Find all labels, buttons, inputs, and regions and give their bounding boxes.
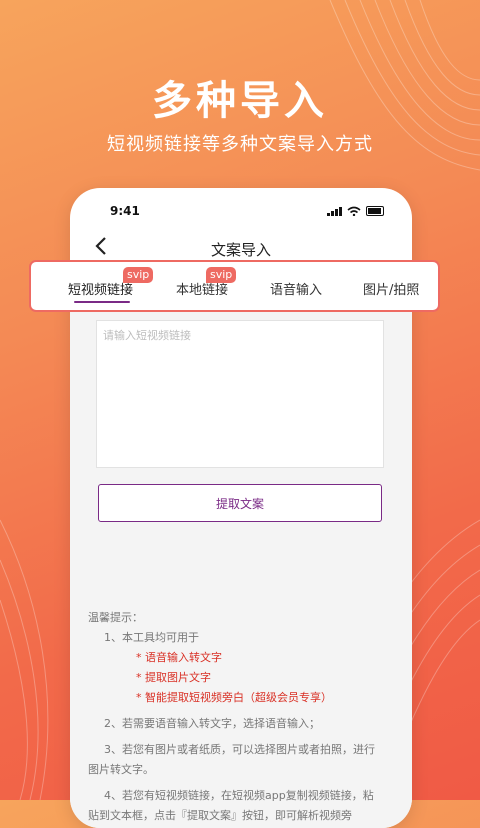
tip-line-3a: 3、若您有图片或者纸质，可以选择图片或者拍照，进行 bbox=[104, 743, 375, 756]
tips-section: 温馨提示： 1、本工具均可用于 * 语音输入转文字 * 提取图片文字 * 智能提… bbox=[88, 608, 394, 826]
page-title: 文案导入 bbox=[210, 241, 271, 259]
tip-line-2: 2、若需要语音输入转文字，选择语音输入； bbox=[104, 717, 320, 730]
tip-line-1: 1、本工具均可用于 bbox=[104, 631, 199, 644]
tip-line-3b: 图片转文字。 bbox=[88, 763, 154, 776]
battery-icon bbox=[366, 206, 384, 216]
hero-title: 多种导入 bbox=[152, 78, 328, 124]
svip-badge: svip bbox=[206, 267, 237, 283]
wifi-icon bbox=[347, 206, 361, 216]
tab-label: 语音输入 bbox=[270, 283, 323, 298]
tips-heading: 温馨提示： bbox=[88, 611, 143, 624]
content-area: 请输入短视频链接 提取文案 温馨提示： 1、本工具均可用于 * 语音输入转文字 … bbox=[70, 308, 412, 828]
tip-bullet: * 智能提取短视频旁白（超级会员专享） bbox=[136, 691, 332, 704]
tip-bullet: * 语音输入转文字 bbox=[136, 651, 222, 664]
status-icons bbox=[326, 206, 384, 216]
signal-icon bbox=[326, 206, 342, 216]
tip-line-4b: 贴到文本框，点击『提取文案』按钮，即可解析视频旁 bbox=[88, 809, 352, 822]
link-input[interactable]: 请输入短视频链接 bbox=[96, 320, 384, 468]
status-time: 9:41 bbox=[110, 204, 140, 218]
svip-badge: svip bbox=[123, 267, 154, 283]
tab-label: 本地链接 bbox=[176, 283, 229, 298]
tab-label: 短视频链接 bbox=[68, 283, 134, 298]
import-tab-bar: 短视频链接 svip 本地链接 svip 语音输入 图片/拍照 bbox=[29, 260, 440, 312]
tip-line-4a: 4、若您有短视频链接，在短视频app复制视频链接，粘 bbox=[104, 789, 374, 802]
tab-image-photo[interactable]: 图片/拍照 bbox=[363, 279, 419, 298]
tab-voice-input[interactable]: 语音输入 bbox=[270, 279, 322, 298]
tip-bullet: * 提取图片文字 bbox=[136, 671, 211, 684]
hero-subtitle: 短视频链接等多种文案导入方式 bbox=[107, 134, 373, 155]
extract-button[interactable]: 提取文案 bbox=[98, 484, 382, 522]
link-input-placeholder: 请输入短视频链接 bbox=[103, 329, 191, 342]
active-tab-underline bbox=[74, 301, 130, 303]
tab-label: 图片/拍照 bbox=[363, 283, 420, 298]
